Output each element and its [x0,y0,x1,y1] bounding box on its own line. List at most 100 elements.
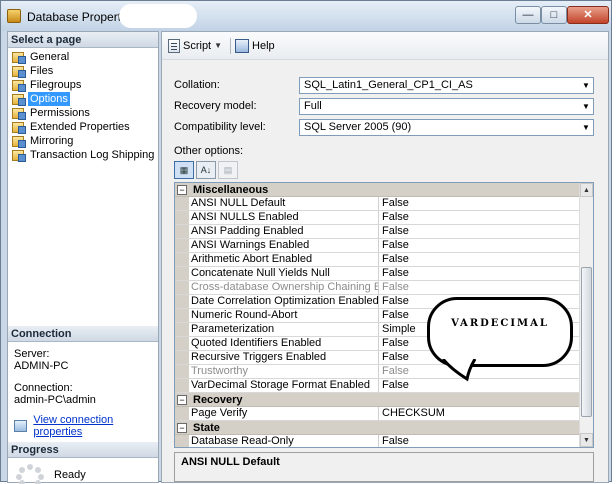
property-row[interactable]: Concatenate Null Yields Null False [175,267,581,281]
redaction-mask [119,4,197,28]
property-name: Trustworthy [189,365,379,378]
property-row[interactable]: Trustworthy False [175,365,581,379]
page-icon [12,93,26,106]
property-row[interactable]: Cross-database Ownership Chaining Enable… [175,281,581,295]
scrollbar-thumb[interactable] [581,267,592,417]
scroll-down-icon[interactable]: ▼ [580,433,593,447]
maximize-button[interactable]: □ [541,6,567,24]
row-gutter [175,281,189,294]
category-state[interactable]: − State [175,421,581,435]
script-button[interactable]: Script ▼ [168,38,222,53]
property-name: Arithmetic Abort Enabled [189,253,379,266]
callout-tail [441,359,477,382]
left-pane: Select a page General Files Filegroups Opti… [7,31,159,484]
category-miscellaneous[interactable]: − Miscellaneous [175,183,581,197]
row-gutter [175,267,189,280]
row-gutter [175,253,189,266]
progress-header: Progress [8,442,158,458]
page-item-extended-properties[interactable]: Extended Properties [12,120,158,134]
page-item-files[interactable]: Files [12,64,158,78]
compatibility-level-value: SQL Server 2005 (90) [304,120,412,133]
property-row[interactable]: ANSI NULL Default False [175,197,581,211]
property-row[interactable]: ANSI Warnings Enabled False [175,239,581,253]
row-gutter [175,197,189,210]
help-label: Help [252,39,275,52]
category-name: Miscellaneous [193,183,269,196]
page-item-label: Files [30,65,54,77]
view-connection-icon [14,420,28,432]
row-gutter [175,239,189,252]
property-name: Recursive Triggers Enabled [189,351,379,364]
category-name: State [193,421,220,434]
progress-spinner-icon [16,464,44,484]
page-item-filegroups[interactable]: Filegroups [12,78,158,92]
page-item-general[interactable]: General [12,50,158,64]
chevron-down-icon[interactable]: ▼ [579,98,593,114]
property-name: Quoted Identifiers Enabled [189,337,379,350]
collation-label: Collation: [174,79,220,91]
recovery-model-value: Full [304,99,322,112]
scroll-up-icon[interactable]: ▲ [580,183,593,197]
chevron-down-icon[interactable]: ▼ [579,77,593,93]
close-button[interactable]: ✕ [567,6,609,24]
property-value[interactable]: False [379,211,581,224]
property-name: Concatenate Null Yields Null [189,267,379,280]
page-icon [12,51,26,64]
collapse-icon[interactable]: − [177,394,187,405]
property-row[interactable]: Page Verify CHECKSUM [175,407,581,421]
script-icon [168,38,180,53]
category-recovery[interactable]: − Recovery [175,393,581,407]
collation-combo[interactable]: SQL_Latin1_General_CP1_CI_AS ▼ [299,76,594,94]
collapse-icon[interactable]: − [177,184,187,195]
property-value[interactable]: False [379,281,581,294]
property-name: ANSI NULLS Enabled [189,211,379,224]
page-item-label: Filegroups [30,79,82,91]
property-name: VarDecimal Storage Format Enabled [189,379,379,392]
property-row[interactable]: ANSI Padding Enabled False [175,225,581,239]
property-row[interactable]: VarDecimal Storage Format Enabled False [175,379,581,393]
page-item-transaction-log-shipping[interactable]: Transaction Log Shipping [12,148,158,162]
help-button[interactable]: Help [235,38,275,53]
row-gutter [175,379,189,392]
property-name: Parameterization [189,323,379,336]
title-bar[interactable]: Database Properties — □ ✕ [1,1,611,31]
compatibility-level-combo[interactable]: SQL Server 2005 (90) ▼ [299,118,594,136]
property-value[interactable]: False [379,435,581,447]
select-page-header: Select a page [8,32,158,48]
vertical-scrollbar[interactable]: ▲ ▼ [579,183,593,447]
property-row[interactable]: ANSI NULLS Enabled False [175,211,581,225]
property-row[interactable]: Arithmetic Abort Enabled False [175,253,581,267]
connection-header: Connection [8,326,158,342]
collapse-icon[interactable]: − [177,422,187,433]
property-value[interactable]: CHECKSUM [379,407,581,420]
page-item-options[interactable]: Options [12,92,158,106]
property-value[interactable]: False [379,197,581,210]
property-value[interactable]: False [379,267,581,280]
property-value[interactable]: False [379,225,581,238]
page-item-label: Mirroring [30,135,74,147]
page-icon [12,149,26,162]
view-connection-properties-link[interactable]: View connection properties [33,414,158,438]
property-value[interactable]: False [379,239,581,252]
property-name: ANSI Padding Enabled [189,225,379,238]
recovery-row: Recovery model: Full ▼ [174,97,594,115]
categorized-icon[interactable]: ▦ [174,161,194,179]
page-list: General Files Filegroups Options Permissions… [8,48,158,162]
property-pages-icon[interactable]: ▤ [218,161,238,179]
property-name: Cross-database Ownership Chaining Enable… [189,281,379,294]
toolbar-separator [230,37,232,54]
grid-toolbar: ▦ A↓ ▤ [174,160,240,180]
page-item-mirroring[interactable]: Mirroring [12,134,158,148]
description-panel: ANSI NULL Default [174,452,594,482]
row-gutter [175,225,189,238]
recovery-model-combo[interactable]: Full ▼ [299,97,594,115]
progress-section: Progress Ready [8,442,158,484]
page-item-label: Permissions [30,107,90,119]
page-item-permissions[interactable]: Permissions [12,106,158,120]
connection-label: Connection: [14,382,73,394]
property-value[interactable]: False [379,253,581,266]
chevron-down-icon[interactable]: ▼ [579,119,593,135]
property-row[interactable]: Database Read-Only False [175,435,581,447]
minimize-button[interactable]: — [515,6,541,24]
alphabetical-icon[interactable]: A↓ [196,161,216,179]
